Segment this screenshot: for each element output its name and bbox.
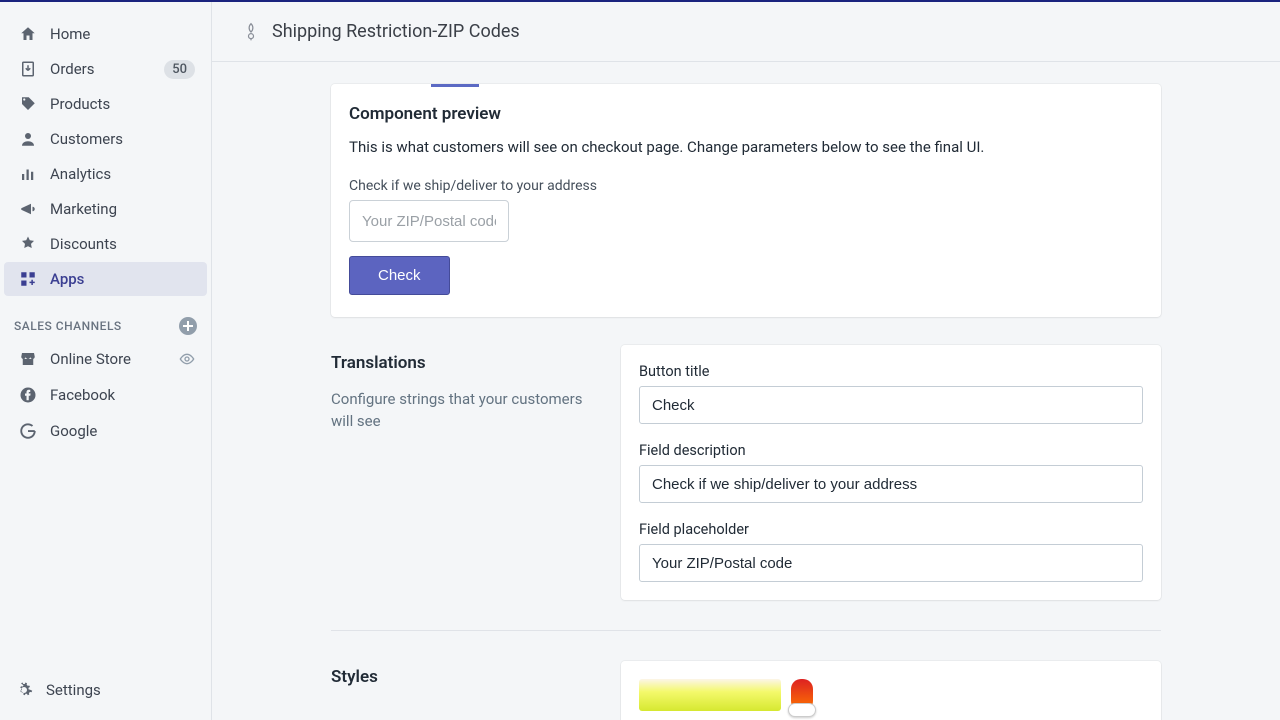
section-divider [331, 630, 1161, 631]
topbar: Shipping Restriction-ZIP Codes [212, 2, 1280, 62]
channels-header: SALES CHANNELS [0, 297, 211, 341]
add-channel-button[interactable] [179, 317, 197, 335]
content-area: Component preview This is what customers… [212, 62, 1280, 720]
products-icon [18, 94, 38, 114]
field-placeholder-label: Field placeholder [639, 521, 1143, 538]
nav-marketing[interactable]: Marketing [4, 192, 207, 226]
orders-badge: 50 [164, 60, 195, 79]
nav-label: Customers [50, 130, 195, 148]
nav-label: Marketing [50, 200, 195, 218]
styles-card [621, 661, 1161, 720]
preview-description: This is what customers will see on check… [349, 138, 1143, 156]
orders-icon [18, 59, 38, 79]
store-icon [18, 349, 38, 369]
facebook-icon [18, 385, 38, 405]
settings-label: Settings [46, 681, 197, 699]
preview-card: Component preview This is what customers… [331, 84, 1161, 317]
channel-google[interactable]: Google [4, 414, 207, 448]
app-icon [240, 21, 262, 43]
analytics-icon [18, 164, 38, 184]
translations-card: Button title Field description Field pla… [621, 345, 1161, 600]
translations-subtext: Configure strings that your customers wi… [331, 389, 621, 433]
hue-slider[interactable] [791, 679, 813, 711]
button-title-label: Button title [639, 363, 1143, 380]
channel-label: Google [50, 422, 195, 440]
google-icon [18, 421, 38, 441]
styles-heading: Styles [331, 661, 621, 687]
color-picker-area[interactable] [639, 679, 781, 711]
nav-orders[interactable]: Orders 50 [4, 52, 207, 86]
zip-field-label: Check if we ship/deliver to your address [349, 178, 1143, 194]
nav-products[interactable]: Products [4, 87, 207, 121]
field-desc-input[interactable] [639, 465, 1143, 503]
button-title-input[interactable] [639, 386, 1143, 424]
nav-label: Products [50, 95, 195, 113]
page-title: Shipping Restriction-ZIP Codes [272, 21, 520, 42]
tab-indicator [431, 84, 479, 87]
field-placeholder-input[interactable] [639, 544, 1143, 582]
nav-apps[interactable]: Apps [4, 262, 207, 296]
nav-label: Analytics [50, 165, 195, 183]
channel-online-store[interactable]: Online Store [4, 342, 207, 376]
nav-analytics[interactable]: Analytics [4, 157, 207, 191]
hue-handle[interactable] [788, 703, 816, 717]
primary-nav: Home Orders 50 Products Customers [0, 16, 211, 297]
apps-icon [18, 269, 38, 289]
field-desc-label: Field description [639, 442, 1143, 459]
preview-heading: Component preview [349, 104, 1143, 124]
channels-header-label: SALES CHANNELS [14, 319, 122, 333]
channel-label: Online Store [50, 350, 179, 368]
nav-discounts[interactable]: Discounts [4, 227, 207, 261]
home-icon [18, 24, 38, 44]
nav-label: Apps [50, 270, 195, 288]
nav-home[interactable]: Home [4, 17, 207, 51]
channel-facebook[interactable]: Facebook [4, 378, 207, 412]
nav-customers[interactable]: Customers [4, 122, 207, 156]
sidebar: Home Orders 50 Products Customers [0, 2, 212, 720]
gear-icon [14, 680, 34, 700]
zip-input[interactable] [349, 200, 509, 242]
channel-label: Facebook [50, 386, 195, 404]
nav-label: Home [50, 25, 195, 43]
nav-settings[interactable]: Settings [0, 670, 211, 720]
main: Shipping Restriction-ZIP Codes Component… [212, 2, 1280, 720]
marketing-icon [18, 199, 38, 219]
check-button[interactable]: Check [349, 256, 450, 295]
discounts-icon [18, 234, 38, 254]
nav-label: Orders [50, 60, 164, 78]
nav-label: Discounts [50, 235, 195, 253]
translations-heading: Translations [331, 353, 621, 373]
view-store-icon[interactable] [179, 351, 195, 367]
customers-icon [18, 129, 38, 149]
translations-header: Translations Configure strings that your… [331, 345, 621, 600]
